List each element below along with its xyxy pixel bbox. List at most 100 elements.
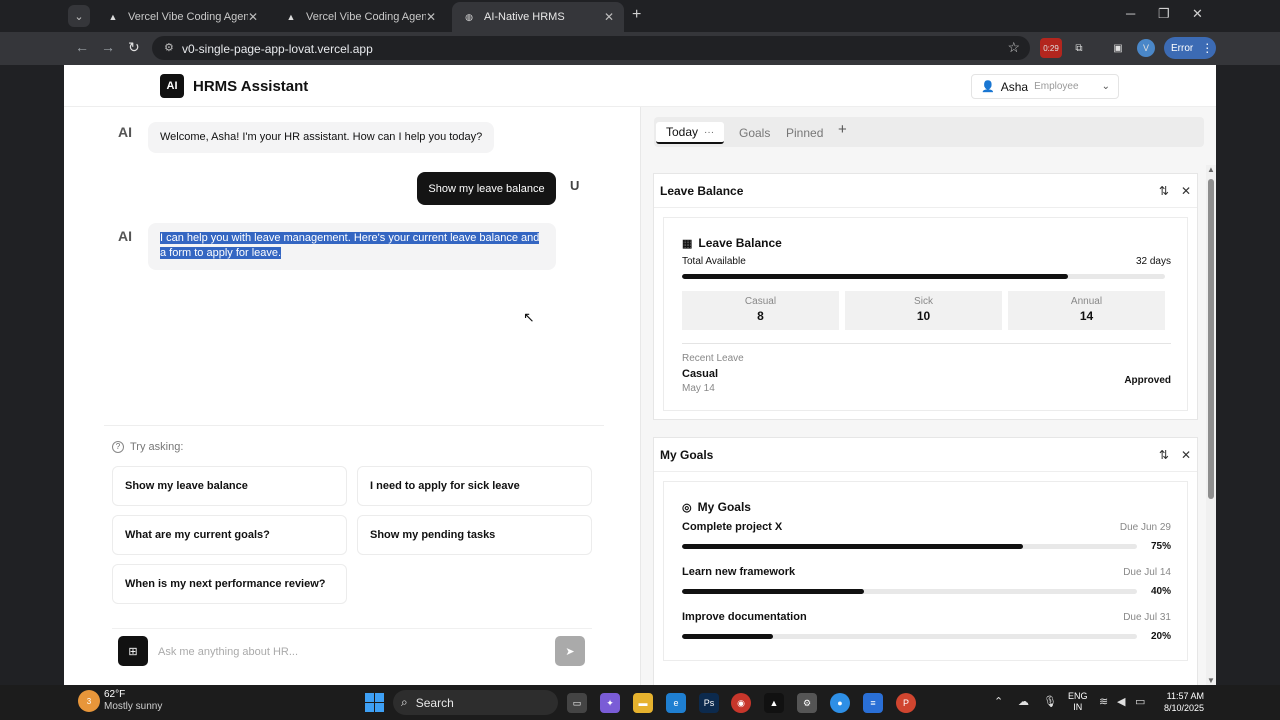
suggestion-chip[interactable]: Show my pending tasks — [357, 515, 592, 555]
terminal-app-icon[interactable]: ▲ — [764, 693, 784, 713]
sort-icon[interactable]: ⇅ — [1159, 448, 1169, 462]
edge-icon[interactable]: e — [666, 693, 686, 713]
goal-due: Due Jul 31 — [1123, 612, 1171, 623]
scrollbar-thumb[interactable] — [1208, 179, 1214, 499]
chat-input[interactable] — [158, 641, 538, 663]
widget-title: My Goals — [660, 447, 714, 462]
weather-condition: Mostly sunny — [104, 701, 163, 712]
battery-icon[interactable]: ▭ — [1135, 695, 1145, 708]
suggestion-chip[interactable]: What are my current goals? — [112, 515, 347, 555]
minimize-icon[interactable]: ─ — [1126, 6, 1135, 21]
onedrive-icon[interactable]: ☁ — [1018, 695, 1029, 708]
new-tab-icon[interactable]: + — [632, 6, 641, 24]
leave-type-label: Casual — [744, 296, 777, 307]
powerpoint-icon[interactable]: P — [896, 693, 916, 713]
recent-leave-date: May 14 — [682, 383, 715, 394]
user-role-select[interactable]: 👤 Asha Employee ⌄ — [971, 74, 1119, 99]
user-icon: 👤 — [981, 81, 995, 93]
close-icon[interactable]: ✕ — [426, 10, 436, 24]
profile-avatar[interactable]: V — [1137, 39, 1155, 57]
grid-icon[interactable]: ⊞ — [118, 636, 148, 666]
page-scrollbar[interactable]: ▲ ▼ — [1206, 165, 1216, 685]
language-indicator[interactable]: ENG IN — [1068, 691, 1088, 713]
weather-widget[interactable]: 3 62°F Mostly sunny — [78, 689, 162, 713]
add-tab-icon[interactable]: + — [838, 121, 847, 138]
tab-search-button[interactable]: ⌄ — [68, 5, 90, 27]
browser-tab[interactable]: ▲ Vercel Vibe Coding Agent ✕ — [274, 2, 446, 32]
goal-progress-bar — [682, 634, 1137, 639]
leave-balance-widget: Leave Balance ⇅ ✕ ▦ Leave Balance Total … — [653, 173, 1198, 420]
user-role: Employee — [1034, 81, 1079, 92]
send-icon[interactable]: ➤ — [555, 636, 585, 666]
suggestion-chip[interactable]: I need to apply for sick leave — [357, 466, 592, 506]
more-horizontal-icon[interactable]: ··· — [704, 127, 714, 138]
mouse-cursor-icon: ↖ — [523, 309, 535, 325]
scroll-down-icon[interactable]: ▼ — [1207, 676, 1215, 685]
leave-type-casual: Casual 8 — [682, 291, 839, 330]
browser-toolbar: ← → ↻ ⚙ v0-single-page-app-lovat.vercel.… — [0, 32, 1280, 65]
more-menu-icon[interactable]: ⋮ — [1201, 41, 1213, 55]
tab-today[interactable]: Today ··· — [656, 122, 725, 144]
photoshop-icon[interactable]: Ps — [699, 693, 719, 713]
leave-type-value: 14 — [1079, 309, 1094, 323]
vercel-triangle-icon: ▲ — [286, 12, 296, 22]
url-text: v0-single-page-app-lovat.vercel.app — [182, 42, 373, 56]
close-icon[interactable]: ✕ — [1181, 448, 1191, 462]
message-text: Show my leave balance — [428, 182, 545, 195]
forward-icon[interactable]: → — [101, 39, 115, 55]
settings-icon[interactable]: ⚙ — [797, 693, 817, 713]
side-panel-icon[interactable]: ▣ — [1107, 38, 1129, 58]
file-explorer-icon[interactable]: ▬ — [633, 693, 653, 713]
sort-icon[interactable]: ⇅ — [1159, 184, 1169, 198]
windows-start-icon[interactable] — [365, 693, 384, 712]
leave-type-annual: Annual 14 — [1008, 291, 1165, 330]
reload-icon[interactable]: ↻ — [128, 39, 140, 56]
error-chip[interactable]: Error ⋮ — [1164, 37, 1216, 59]
tab-pinned[interactable]: Pinned — [786, 122, 823, 144]
leave-type-label: Sick — [914, 296, 933, 307]
wifi-icon[interactable]: ≋ — [1099, 695, 1108, 708]
site-info-icon[interactable]: ⚙ — [164, 41, 174, 54]
close-icon[interactable]: ✕ — [248, 10, 258, 24]
leave-type-value: 8 — [757, 309, 764, 323]
recording-badge[interactable]: 0:29 — [1040, 38, 1062, 58]
try-asking-label: ? Try asking: — [112, 441, 183, 453]
user-message: Show my leave balance — [417, 172, 556, 205]
chat-panel: AI Welcome, Asha! I'm your HR assistant.… — [64, 107, 640, 685]
restore-icon[interactable]: ❐ — [1158, 6, 1170, 22]
tab-goals[interactable]: Goals — [739, 122, 770, 144]
address-bar[interactable]: ⚙ v0-single-page-app-lovat.vercel.app ☆ — [152, 36, 1030, 60]
chrome-icon[interactable]: ◉ — [731, 693, 751, 713]
close-icon[interactable]: ✕ — [1181, 184, 1191, 198]
back-icon[interactable]: ← — [75, 39, 89, 55]
tray-overflow-icon[interactable]: ⌃ — [994, 695, 1003, 708]
screen: ⌄ ▲ Vercel Vibe Coding Agent ✕ ▲ Vercel … — [0, 0, 1280, 720]
close-icon[interactable]: ✕ — [604, 10, 614, 24]
microphone-icon[interactable]: 🎙 — [1043, 695, 1057, 708]
task-view-icon[interactable]: ▭ — [567, 693, 587, 713]
volume-icon[interactable]: ◀ — [1117, 695, 1125, 708]
copilot-icon[interactable]: ✦ — [600, 693, 620, 713]
panel-tabs: Today ··· Goals Pinned + — [654, 117, 1204, 147]
bookmark-star-icon[interactable]: ☆ — [1007, 39, 1020, 56]
browser-tab-active[interactable]: ◍ AI-Native HRMS ✕ — [452, 2, 624, 32]
divider — [682, 343, 1171, 344]
browser-tab[interactable]: ▲ Vercel Vibe Coding Agent ✕ — [96, 2, 268, 32]
goal-name: Improve documentation — [682, 611, 807, 623]
leave-type-sick: Sick 10 — [845, 291, 1002, 330]
goal-due: Due Jun 29 — [1119, 522, 1171, 533]
recent-leave-type: Casual — [682, 368, 719, 380]
messaging-app-icon[interactable]: ● — [830, 693, 850, 713]
tab-title: AI-Native HRMS — [484, 11, 565, 23]
notepad-icon[interactable]: ≡ — [863, 693, 883, 713]
taskbar-search[interactable]: ⌕ Search — [393, 690, 558, 715]
window-close-icon[interactable]: ✕ — [1192, 6, 1203, 22]
globe-icon: ◍ — [465, 11, 473, 22]
goal-name: Complete project X — [682, 521, 783, 533]
extensions-icon[interactable]: ⧉ — [1068, 38, 1090, 58]
scroll-up-icon[interactable]: ▲ — [1207, 165, 1215, 174]
goal-progress-fill — [682, 589, 864, 594]
clock[interactable]: 11:57 AM 8/10/2025 — [1158, 690, 1204, 714]
suggestion-chip[interactable]: When is my next performance review? — [112, 564, 347, 604]
suggestion-chip[interactable]: Show my leave balance — [112, 466, 347, 506]
